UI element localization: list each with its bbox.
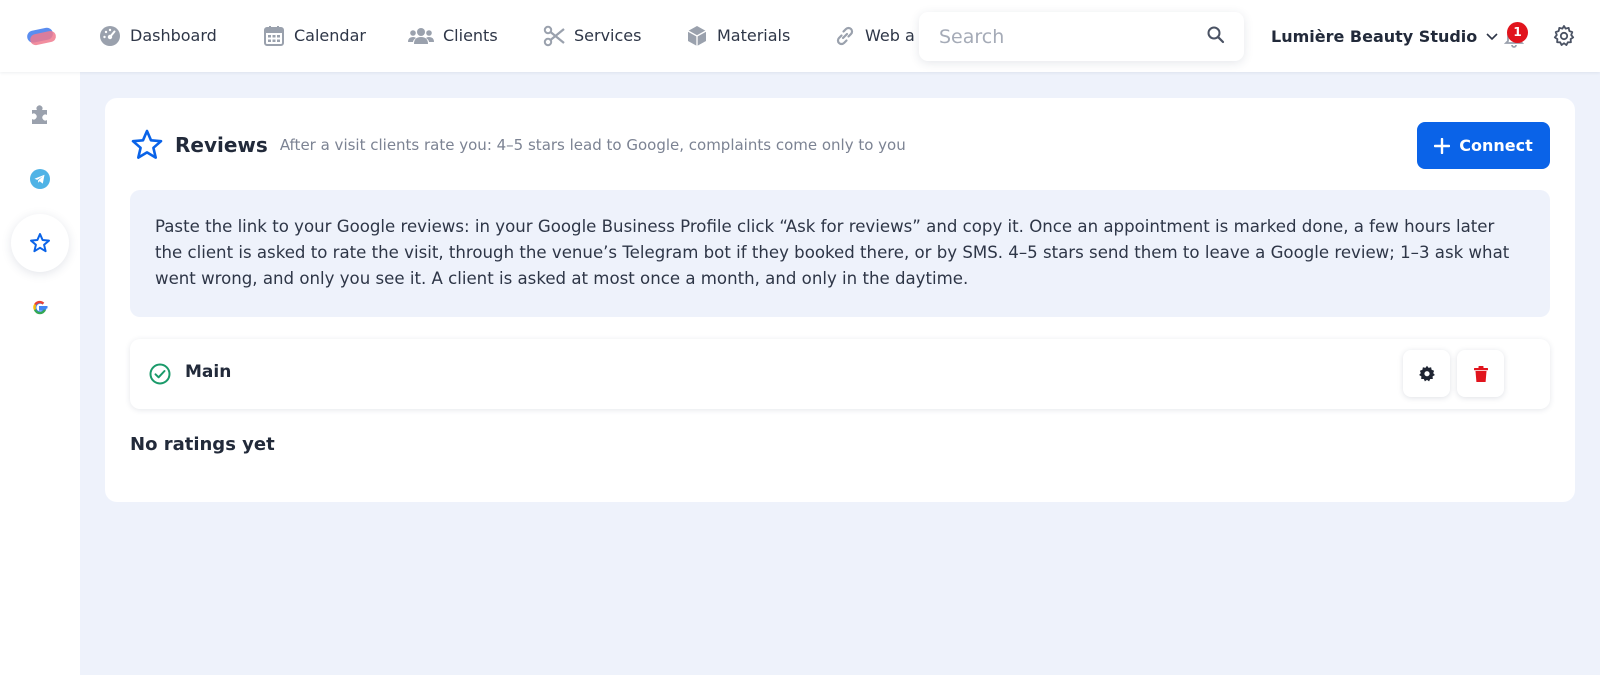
delete-connection-button[interactable] bbox=[1457, 350, 1504, 397]
connection-settings-button[interactable] bbox=[1403, 350, 1450, 397]
chevron-down-icon bbox=[1486, 33, 1498, 41]
nav-item-clients[interactable]: Clients bbox=[408, 22, 498, 50]
search-input[interactable] bbox=[919, 25, 1189, 48]
notifications-button[interactable]: 1 bbox=[1502, 22, 1528, 50]
top-navigation-bar: Dashboard Calendar Clients Services Mate… bbox=[0, 0, 1600, 72]
users-icon bbox=[408, 28, 434, 44]
search-icon[interactable] bbox=[1206, 25, 1226, 45]
connection-row: Main bbox=[130, 339, 1550, 409]
nav-label-materials: Materials bbox=[717, 26, 791, 45]
box-icon bbox=[687, 26, 707, 46]
sidebar-item-telegram[interactable] bbox=[11, 150, 69, 208]
studio-name: Lumière Beauty Studio bbox=[1271, 26, 1478, 46]
scissors-icon bbox=[543, 25, 565, 47]
page-title: Reviews bbox=[175, 133, 268, 157]
notification-count-badge: 1 bbox=[1507, 22, 1528, 43]
nav-item-materials[interactable]: Materials bbox=[686, 22, 790, 50]
dashboard-icon bbox=[100, 26, 120, 46]
empty-ratings-message: No ratings yet bbox=[130, 434, 275, 455]
nav-label-calendar: Calendar bbox=[294, 26, 366, 45]
link-icon bbox=[836, 26, 854, 46]
puzzle-icon bbox=[32, 105, 47, 124]
nav-label-web: Web a bbox=[865, 26, 915, 45]
connection-name: Main bbox=[185, 362, 232, 382]
reviews-star-icon bbox=[131, 129, 163, 159]
star-icon bbox=[30, 233, 50, 253]
connect-button[interactable]: Connect bbox=[1417, 122, 1550, 169]
search-box bbox=[919, 12, 1244, 61]
studio-switcher[interactable]: Lumière Beauty Studio bbox=[1271, 22, 1499, 50]
nav-item-services[interactable]: Services bbox=[543, 22, 641, 50]
trash-icon bbox=[1473, 365, 1488, 382]
plus-icon bbox=[1434, 137, 1451, 154]
nav-item-calendar[interactable]: Calendar bbox=[263, 22, 366, 50]
calendar-icon bbox=[264, 26, 284, 46]
nav-item-dashboard[interactable]: Dashboard bbox=[99, 22, 217, 50]
connect-button-label: Connect bbox=[1459, 136, 1533, 155]
nav-label-services: Services bbox=[574, 26, 642, 45]
instructions-panel: Paste the link to your Google reviews: i… bbox=[130, 190, 1550, 317]
gear-icon bbox=[1418, 365, 1435, 381]
reviews-card: Reviews After a visit clients rate you: … bbox=[105, 98, 1575, 502]
check-circle-icon bbox=[149, 363, 171, 385]
google-icon bbox=[33, 300, 48, 315]
sidebar-item-google[interactable] bbox=[11, 278, 69, 336]
sidebar-item-integrations[interactable] bbox=[11, 86, 69, 144]
sidebar-item-reviews[interactable] bbox=[11, 214, 69, 272]
settings-gear-icon[interactable] bbox=[1552, 24, 1576, 48]
telegram-icon bbox=[30, 169, 50, 189]
integrations-sidebar bbox=[0, 72, 80, 675]
nav-label-clients: Clients bbox=[443, 26, 498, 45]
app-logo[interactable] bbox=[24, 24, 58, 48]
nav-item-web[interactable]: Web a bbox=[834, 22, 915, 50]
reviews-header: Reviews After a visit clients rate you: … bbox=[130, 128, 906, 162]
nav-label-dashboard: Dashboard bbox=[130, 26, 217, 45]
page-subtitle: After a visit clients rate you: 4–5 star… bbox=[279, 136, 906, 154]
nav-overflow-clip: Web a bbox=[834, 22, 918, 50]
